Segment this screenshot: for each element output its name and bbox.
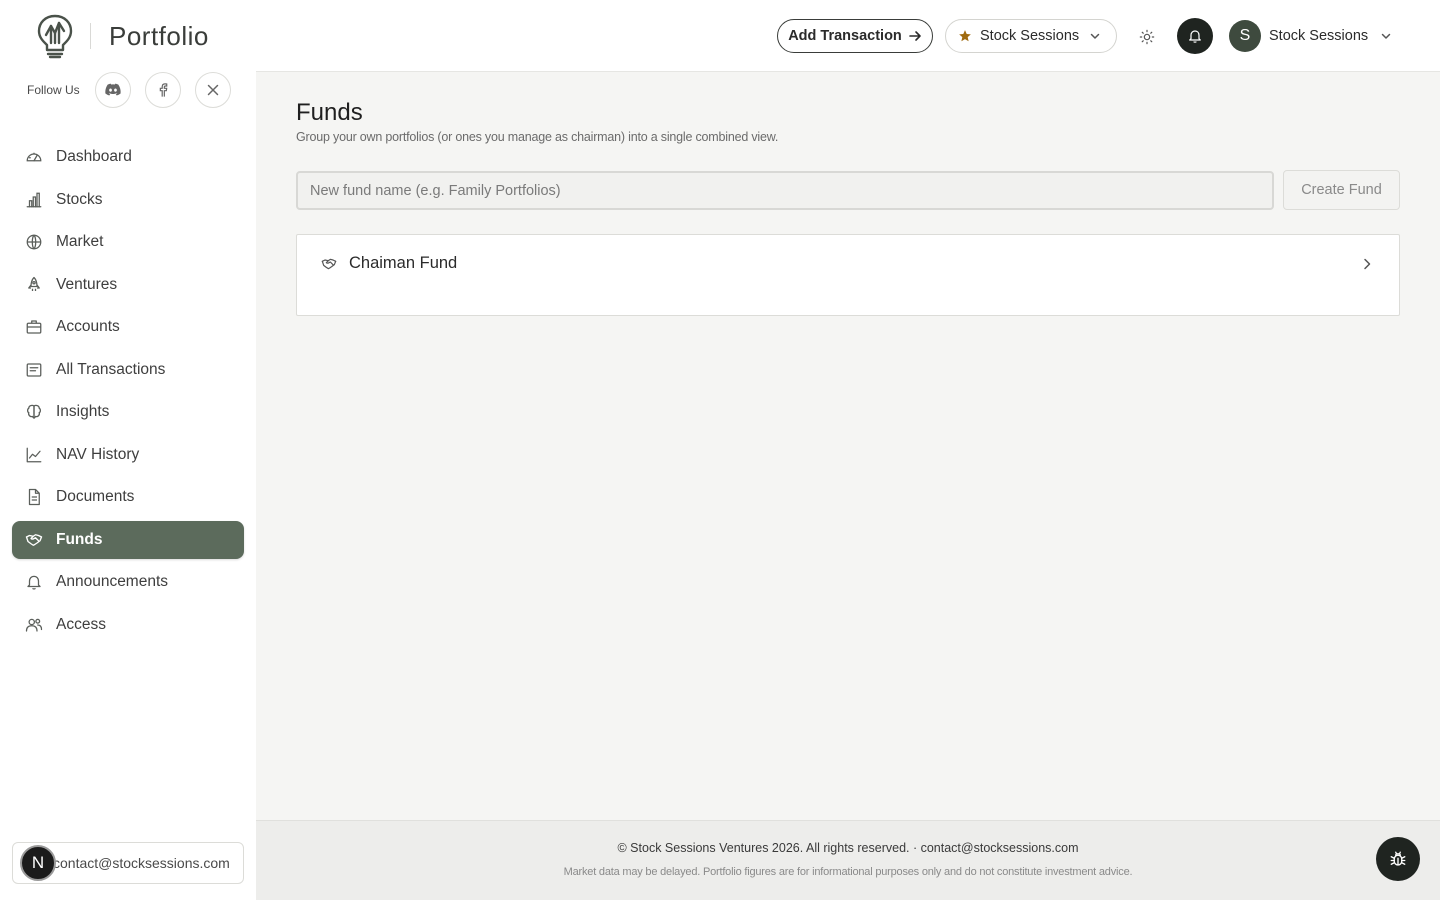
x-icon[interactable] xyxy=(194,72,231,108)
brain-icon xyxy=(24,402,44,422)
sidebar-item-nav-history[interactable]: NAV History xyxy=(12,436,244,474)
sidebar-item-label: Funds xyxy=(56,530,103,548)
profile-menu[interactable]: S Stock Sessions xyxy=(1229,20,1392,52)
brand[interactable]: Portfolio xyxy=(36,12,209,60)
user-email: contact@stocksessions.com xyxy=(53,855,230,871)
sidebar-item-insights[interactable]: Insights xyxy=(12,393,244,431)
footer-disclaimer: Market data may be delayed. Portfolio fi… xyxy=(563,866,1133,878)
chevron-down-icon xyxy=(1380,30,1392,42)
sidebar-item-label: Market xyxy=(56,233,104,250)
main-content: Funds Group your own portfolios (or ones… xyxy=(256,72,1440,820)
sidebar-item-label: NAV History xyxy=(56,445,140,463)
star-icon xyxy=(958,29,972,43)
discord-icon[interactable] xyxy=(94,72,131,108)
rocket-icon xyxy=(24,275,44,295)
sidebar-item-label: Ventures xyxy=(56,275,118,293)
portfolio-selector[interactable]: Stock Sessions xyxy=(945,19,1117,53)
footer: © Stock Sessions Ventures 2026. All righ… xyxy=(256,820,1440,900)
add-transaction-label: Add Transaction xyxy=(788,28,902,44)
sidebar-item-label: Dashboard xyxy=(56,148,132,165)
sidebar: Portfolio Follow Us Dashboard Stocks Mar… xyxy=(0,0,256,900)
sidebar-item-documents[interactable]: Documents xyxy=(12,478,244,516)
lightbulb-chart-logo xyxy=(36,13,74,59)
sidebar-item-ventures[interactable]: Ventures xyxy=(12,266,244,304)
add-transaction-button[interactable]: Add Transaction xyxy=(777,19,933,53)
chevron-right-icon[interactable] xyxy=(1359,256,1375,272)
page-title: Funds xyxy=(296,99,363,126)
sidebar-item-label: Accounts xyxy=(56,318,120,335)
sidebar-item-access[interactable]: Access xyxy=(12,606,244,644)
brand-divider xyxy=(90,23,91,49)
chevron-down-icon xyxy=(1089,30,1101,42)
facebook-icon[interactable] xyxy=(144,72,181,108)
new-fund-name-input[interactable] xyxy=(296,171,1274,210)
sidebar-item-label: All Transactions xyxy=(56,360,166,378)
sidebar-item-label: Announcements xyxy=(56,573,169,590)
notifications-button[interactable] xyxy=(1177,18,1213,54)
page-subtitle: Group your own portfolios (or ones you m… xyxy=(296,130,779,144)
sidebar-item-dashboard[interactable]: Dashboard xyxy=(12,138,244,176)
handshake-icon xyxy=(24,530,44,550)
follow-us-label: Follow Us xyxy=(27,83,80,97)
sidebar-item-label: Insights xyxy=(56,403,110,420)
receipt-icon xyxy=(24,360,44,380)
list-item[interactable]: Chaiman Fund xyxy=(296,234,1400,316)
gauge-icon xyxy=(24,147,44,167)
brand-title: Portfolio xyxy=(109,20,209,51)
top-bar: Add Transaction Stock Sessions S Stock S… xyxy=(256,0,1440,72)
sidebar-item-funds[interactable]: Funds xyxy=(12,520,244,559)
sidebar-item-accounts[interactable]: Accounts xyxy=(12,308,244,346)
bug-icon xyxy=(1390,851,1406,866)
portfolio-selector-label: Stock Sessions xyxy=(980,28,1080,44)
arrow-right-icon xyxy=(908,29,922,43)
line-chart-icon xyxy=(24,445,44,465)
bar-chart-icon xyxy=(24,190,44,210)
bell-icon xyxy=(1189,30,1201,43)
fund-name: Chaiman Fund xyxy=(349,254,458,272)
document-icon xyxy=(24,487,44,507)
sidebar-item-stocks[interactable]: Stocks xyxy=(12,181,244,219)
user-email-chip[interactable]: N contact@stocksessions.com xyxy=(12,842,244,884)
handshake-icon xyxy=(321,256,337,272)
sidebar-item-label: Documents xyxy=(56,488,135,505)
footer-copyright: © Stock Sessions Ventures 2026. All righ… xyxy=(617,841,1079,855)
bug-report-button[interactable] xyxy=(1376,837,1420,881)
globe-icon xyxy=(24,232,44,252)
sidebar-item-market[interactable]: Market xyxy=(12,223,244,261)
sidebar-item-label: Access xyxy=(56,615,106,633)
briefcase-icon xyxy=(24,317,44,337)
avatar[interactable]: N xyxy=(20,845,56,881)
users-icon xyxy=(24,615,44,635)
follow-us: Follow Us xyxy=(27,72,245,108)
sun-icon[interactable] xyxy=(1136,26,1158,48)
profile-name: Stock Sessions xyxy=(1269,28,1369,44)
create-fund-button[interactable]: Create Fund xyxy=(1283,170,1400,210)
sidebar-nav: Dashboard Stocks Market Ventures Account… xyxy=(12,138,244,648)
sidebar-item-all-transactions[interactable]: All Transactions xyxy=(12,351,244,389)
bell-icon xyxy=(24,572,44,592)
avatar: S xyxy=(1229,20,1261,52)
sidebar-item-announcements[interactable]: Announcements xyxy=(12,563,244,601)
sidebar-item-label: Stocks xyxy=(56,190,103,208)
